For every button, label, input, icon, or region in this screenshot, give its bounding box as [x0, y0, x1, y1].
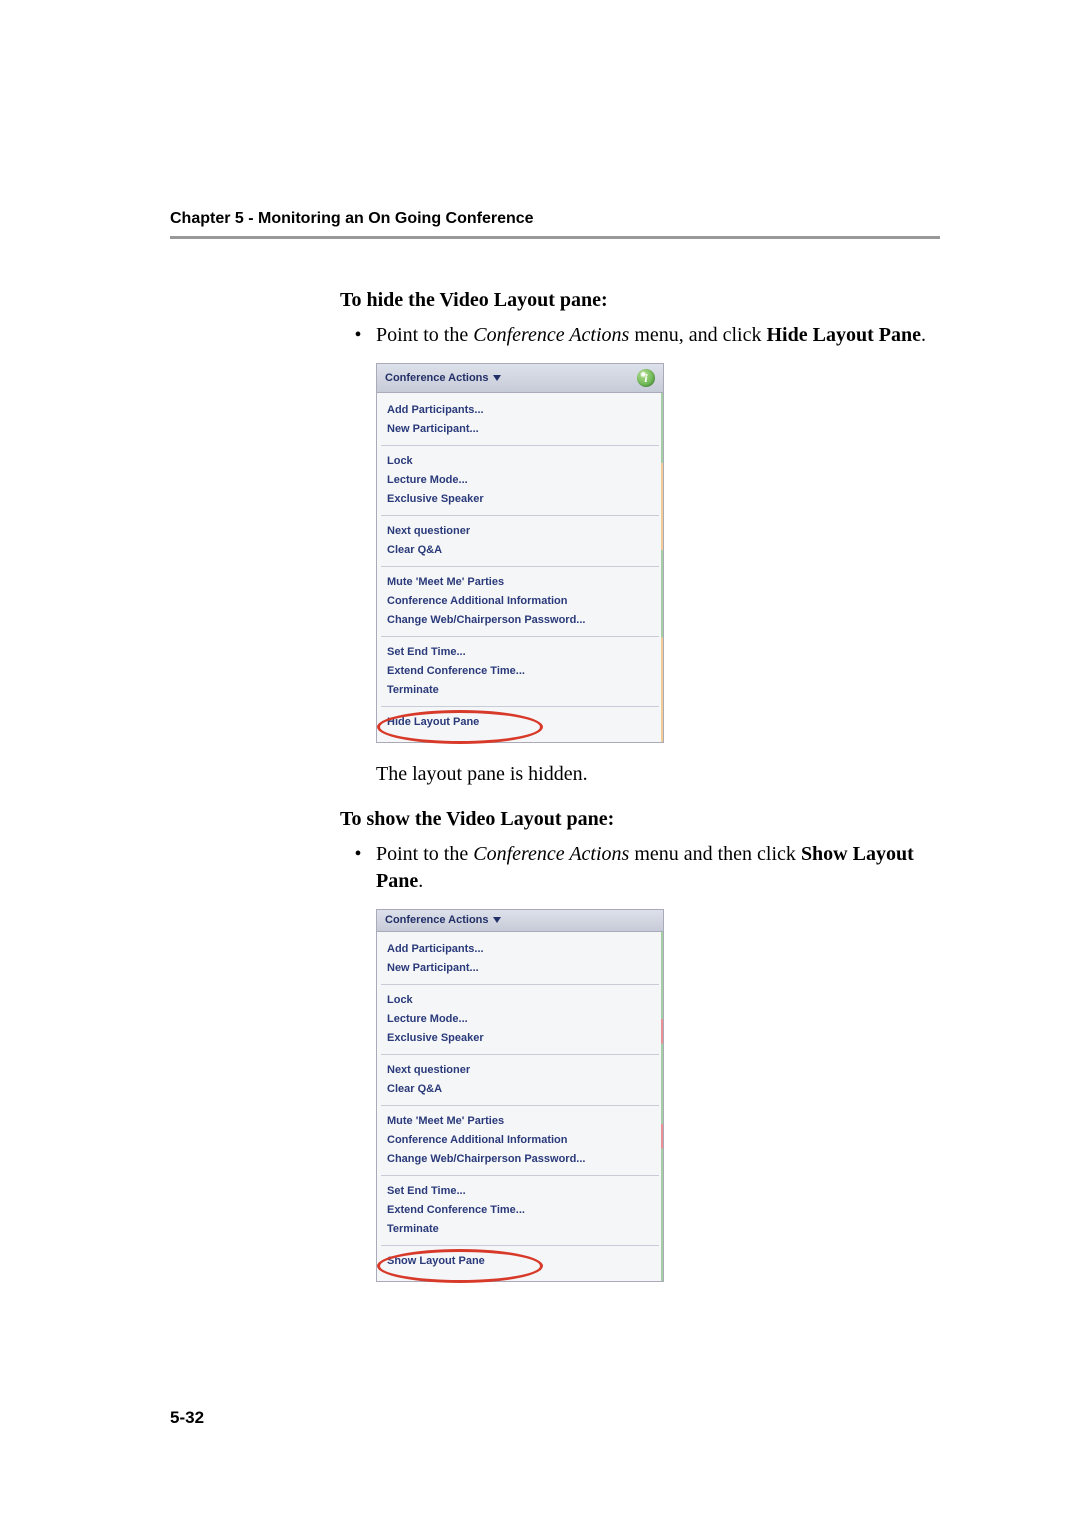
menu-lock[interactable]: Lock — [377, 991, 663, 1010]
hide-txt-bold: Hide Layout Pane — [767, 324, 921, 346]
hide-txt-pre: Point to the — [376, 324, 473, 346]
hide-txt-mid: menu, and click — [629, 324, 766, 346]
header-rule — [170, 236, 940, 239]
show-heading: To show the Video Layout pane: — [340, 806, 960, 833]
hide-txt-em: Conference Actions — [473, 324, 629, 346]
show-txt-pre: Point to the — [376, 843, 473, 865]
menu-lecture-mode[interactable]: Lecture Mode... — [377, 471, 663, 490]
menu-change-password[interactable]: Change Web/Chairperson Password... — [377, 611, 663, 630]
conference-actions-label: Conference Actions — [385, 915, 501, 926]
menu-clear-qa[interactable]: Clear Q&A — [377, 1080, 663, 1099]
show-bullet: • Point to the Conference Actions menu a… — [340, 841, 960, 895]
menu-conf-add-info[interactable]: Conference Additional Information — [377, 592, 663, 611]
menu-conf-add-info[interactable]: Conference Additional Information — [377, 1131, 663, 1150]
menu-new-participant[interactable]: New Participant... — [377, 420, 663, 439]
menu-hide-layout-pane[interactable]: Hide Layout Pane — [387, 716, 479, 728]
menu-separator — [381, 1175, 659, 1176]
menu-separator — [381, 636, 659, 637]
menu-add-participants[interactable]: Add Participants... — [377, 401, 663, 420]
chapter-header: Chapter 5 - Monitoring an On Going Confe… — [170, 210, 940, 228]
info-icon[interactable]: i — [637, 369, 655, 387]
show-txt-mid: menu and then click — [629, 843, 801, 865]
conference-actions-header[interactable]: Conference Actions i — [377, 364, 663, 393]
menu-exclusive-speaker[interactable]: Exclusive Speaker — [377, 1029, 663, 1048]
menu-clear-qa[interactable]: Clear Q&A — [377, 541, 663, 560]
menu-next-questioner[interactable]: Next questioner — [377, 1061, 663, 1080]
menu-separator — [381, 566, 659, 567]
menu-terminate[interactable]: Terminate — [377, 1220, 663, 1239]
show-menu-figure: Conference Actions Add Participants... N… — [376, 909, 960, 1282]
menu-add-participants[interactable]: Add Participants... — [377, 940, 663, 959]
bullet-dot: • — [340, 841, 376, 895]
menu-separator — [381, 1105, 659, 1106]
hide-bullet: • Point to the Conference Actions menu, … — [340, 322, 960, 349]
menu-next-questioner[interactable]: Next questioner — [377, 522, 663, 541]
menu-terminate[interactable]: Terminate — [377, 681, 663, 700]
menu-extend-time[interactable]: Extend Conference Time... — [377, 662, 663, 681]
hide-heading: To hide the Video Layout pane: — [340, 287, 960, 314]
menu-mute-meet-me[interactable]: Mute 'Meet Me' Parties — [377, 573, 663, 592]
menu-lock[interactable]: Lock — [377, 452, 663, 471]
conference-actions-label: Conference Actions — [385, 373, 501, 384]
menu-extend-time[interactable]: Extend Conference Time... — [377, 1201, 663, 1220]
menu-lecture-mode[interactable]: Lecture Mode... — [377, 1010, 663, 1029]
menu-separator — [381, 1245, 659, 1246]
show-txt-em: Conference Actions — [473, 843, 629, 865]
hide-txt-post: . — [921, 324, 926, 346]
menu-separator — [381, 445, 659, 446]
hide-menu-figure: Conference Actions i Add Participants...… — [376, 363, 960, 743]
menu-separator — [381, 984, 659, 985]
menu-exclusive-speaker[interactable]: Exclusive Speaker — [377, 490, 663, 509]
menu-separator — [381, 706, 659, 707]
bullet-dot: • — [340, 322, 376, 349]
menu-separator — [381, 1054, 659, 1055]
menu-set-end-time[interactable]: Set End Time... — [377, 1182, 663, 1201]
hide-result: The layout pane is hidden. — [376, 761, 960, 788]
menu-mute-meet-me[interactable]: Mute 'Meet Me' Parties — [377, 1112, 663, 1131]
menu-separator — [381, 515, 659, 516]
show-txt-post: . — [418, 870, 423, 892]
menu-new-participant[interactable]: New Participant... — [377, 959, 663, 978]
menu-change-password[interactable]: Change Web/Chairperson Password... — [377, 1150, 663, 1169]
menu-show-layout-pane[interactable]: Show Layout Pane — [387, 1255, 485, 1267]
conference-actions-header[interactable]: Conference Actions — [377, 910, 663, 932]
page-number: 5-32 — [170, 1408, 204, 1428]
menu-set-end-time[interactable]: Set End Time... — [377, 643, 663, 662]
